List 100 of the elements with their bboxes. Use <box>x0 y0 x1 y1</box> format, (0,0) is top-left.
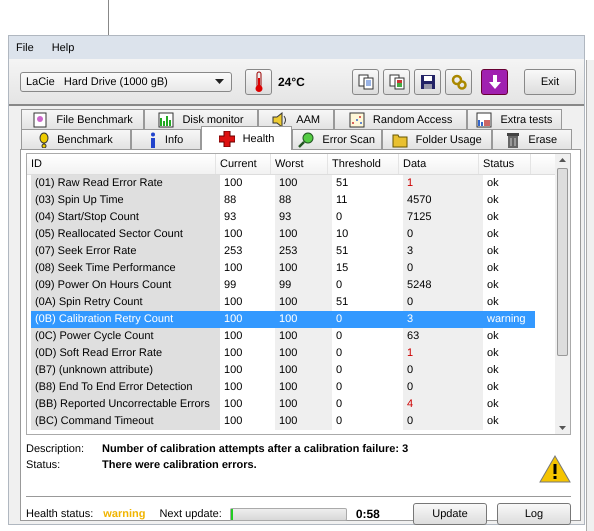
table-cell: (08) Seek Time Performance <box>31 260 220 277</box>
table-cell: 100 <box>275 362 332 379</box>
table-row[interactable]: (08) Seek Time Performance 100 100 15 0 ok <box>27 260 555 277</box>
table-cell: 100 <box>275 311 332 328</box>
table-row[interactable]: (0A) Spin Retry Count 100 100 51 0 ok <box>27 294 555 311</box>
table-cell: 99 <box>275 277 332 294</box>
copy-image-button[interactable] <box>383 68 410 94</box>
scroll-up-icon[interactable] <box>559 158 566 162</box>
thermometer-icon <box>254 70 264 92</box>
table-cell: (01) Raw Read Error Rate <box>31 175 220 192</box>
tab[interactable]: Error Scan <box>292 129 382 149</box>
table-cell: 88 <box>275 192 332 209</box>
table-cell: (03) Spin Up Time <box>31 192 220 209</box>
table-row[interactable]: (B8) End To End Error Detection 100 100 0 0 ok <box>27 379 555 396</box>
tab[interactable]: Extra tests <box>466 109 562 129</box>
table-cell: (B8) End To End Error Detection <box>31 379 220 396</box>
table-cell: 100 <box>275 226 332 243</box>
table-row[interactable]: (05) Reallocated Sector Count 100 100 10 0 ok <box>27 226 555 243</box>
copy-image-icon <box>388 74 404 90</box>
table-row[interactable]: (04) Start/Stop Count 93 93 0 7125 ok <box>27 209 555 226</box>
menu-item[interactable]: Help <box>52 42 74 54</box>
table-row[interactable]: (03) Spin Up Time 88 88 11 4570 ok <box>27 192 555 209</box>
tab[interactable]: Info <box>130 129 202 149</box>
table-chart-icon <box>476 112 492 128</box>
tab[interactable]: Disk monitor <box>144 109 258 129</box>
table-cell: 100 <box>275 175 332 192</box>
thermometer-button[interactable] <box>245 68 272 94</box>
download-button[interactable] <box>481 68 508 94</box>
table-row[interactable]: (07) Seek Error Rate 253 253 51 3 ok <box>27 243 555 260</box>
table-row[interactable]: (0D) Soft Read Error Rate 100 100 0 1 ok <box>27 345 555 362</box>
exit-button[interactable]: Exit <box>524 68 576 94</box>
table-cell: 0 <box>403 294 483 311</box>
table-cell: 4570 <box>403 192 483 209</box>
countdown-time: 0:58 <box>356 507 380 521</box>
table-cell: (04) Start/Stop Count <box>31 209 220 226</box>
table-cell: 100 <box>275 345 332 362</box>
table-cell: 0 <box>403 379 483 396</box>
drive-dropdown[interactable]: LaCie Hard Drive (1000 gB) <box>20 72 232 92</box>
status-text: There were calibration errors. <box>102 459 257 473</box>
magnifier-icon <box>298 132 314 148</box>
column-header[interactable]: Data <box>399 154 479 174</box>
bar-chart-icon <box>158 112 174 128</box>
footer-button[interactable]: Update <box>413 503 487 525</box>
table-row[interactable]: (0C) Power Cycle Count 100 100 0 63 ok <box>27 328 555 345</box>
speaker-icon <box>272 112 288 128</box>
table-cell: 4 <box>403 396 483 413</box>
table-cell: 1 <box>403 175 483 192</box>
table-cell: 100 <box>275 379 332 396</box>
table-row[interactable]: (01) Raw Read Error Rate 100 100 51 1 ok <box>27 175 555 192</box>
scroll-down-icon[interactable] <box>559 426 566 430</box>
table-cell: warning <box>483 311 535 328</box>
table-cell: (0C) Power Cycle Count <box>31 328 220 345</box>
cross-icon <box>218 130 235 146</box>
table-cell: 0 <box>403 362 483 379</box>
table-cell: 93 <box>275 209 332 226</box>
column-header[interactable]: Current <box>216 154 271 174</box>
table-cell: 0 <box>332 311 403 328</box>
table-cell: 100 <box>275 260 332 277</box>
table-cell: 5248 <box>403 277 483 294</box>
table-row[interactable]: (B7) (unknown attribute) 100 100 0 0 ok <box>27 362 555 379</box>
tab[interactable]: File Benchmark <box>21 109 144 129</box>
tab[interactable]: Health <box>201 126 292 150</box>
next-update-label: Next update: <box>159 508 222 520</box>
column-header[interactable]: Threshold <box>328 154 399 174</box>
table-cell: 100 <box>275 294 332 311</box>
column-header[interactable]: Status <box>479 154 531 174</box>
table-cell: 63 <box>403 328 483 345</box>
table-cell: 1 <box>403 345 483 362</box>
tab[interactable]: Benchmark <box>21 129 131 149</box>
scatter-icon <box>348 112 365 128</box>
table-cell: (0D) Soft Read Error Rate <box>31 345 220 362</box>
table-cell: (05) Reallocated Sector Count <box>31 226 220 243</box>
copy-button[interactable] <box>352 68 379 94</box>
table-row[interactable]: (BC) Command Timeout 100 100 0 0 ok <box>27 413 555 430</box>
column-header[interactable]: Worst <box>271 154 328 174</box>
tab[interactable]: AAM <box>258 109 334 129</box>
table-row[interactable]: (BB) Reported Uncorrectable Errors 100 100 0 4 ok <box>27 396 555 413</box>
table-cell: 100 <box>220 311 275 328</box>
tab[interactable]: Random Access <box>334 109 467 129</box>
copy-icon <box>358 74 374 90</box>
warning-icon <box>539 455 571 483</box>
info-icon <box>148 132 157 148</box>
table-cell: (B7) (unknown attribute) <box>31 362 220 379</box>
health-status-label: Health status: <box>26 508 94 520</box>
footer-button[interactable]: Log <box>497 503 571 525</box>
down-arrow-icon <box>486 74 502 90</box>
table-cell: 7125 <box>403 209 483 226</box>
tab[interactable]: Erase <box>492 129 572 149</box>
scrollbar[interactable] <box>555 154 570 434</box>
table-cell: (09) Power On Hours Count <box>31 277 220 294</box>
description-text: Number of calibration attempts after a calibration failure: 3 <box>102 443 408 457</box>
table-row[interactable]: (09) Power On Hours Count 99 99 0 5248 ok <box>27 277 555 294</box>
save-button[interactable] <box>414 68 441 94</box>
table-cell: 0 <box>403 413 483 430</box>
dropdown-arrow-icon <box>215 79 224 84</box>
column-header[interactable]: ID <box>27 154 216 174</box>
tab[interactable]: Folder Usage <box>382 129 492 149</box>
table-cell: 100 <box>275 328 332 345</box>
table-cell: 253 <box>275 243 332 260</box>
menu-item[interactable]: File <box>16 42 34 54</box>
